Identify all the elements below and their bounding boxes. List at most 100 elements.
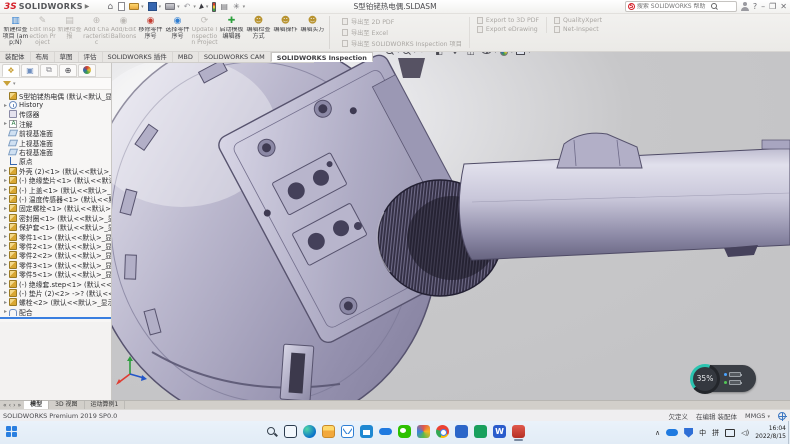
taskbar-onedrive-icon[interactable]: [379, 425, 392, 438]
taskbar-reader-icon[interactable]: [455, 425, 468, 438]
rebuild-button[interactable]: [212, 1, 216, 12]
tab-nav-arrow-icon[interactable]: ›: [13, 402, 15, 409]
document-tab[interactable]: 3D 视图: [49, 401, 84, 409]
open-button[interactable]: [129, 1, 144, 12]
ribbon-tab[interactable]: 评估: [79, 52, 103, 62]
tree-item-insulation-sleeve[interactable]: ▸ (-) 绝缘套.step<1> (默认<<默认>: [0, 279, 111, 288]
edit-inspection-methods-button[interactable]: ☻ 编辑检查方式: [245, 15, 272, 50]
search-input[interactable]: [637, 3, 709, 10]
ribbon-tab[interactable]: 装配体: [0, 52, 31, 62]
tree-item-front-plane[interactable]: ▸ 前视基准面: [0, 129, 111, 138]
onedrive-tray-icon[interactable]: [666, 429, 678, 436]
tree-item-washer[interactable]: ▸ (-) 垫片 (2)<2> ->? (默认<<默认>: [0, 288, 111, 297]
taskbar-photos-icon[interactable]: [417, 425, 430, 438]
expand-arrow-icon[interactable]: ▸: [2, 242, 9, 249]
tree-item-annotations[interactable]: ▸ 注解: [0, 119, 111, 128]
help-button[interactable]: ?: [753, 2, 757, 12]
tree-item-shell[interactable]: ▸ 外壳 (2)<1> (默认<<默认>_显示状: [0, 166, 111, 175]
new-inspection-report-button[interactable]: ▤ 新建检查报: [56, 15, 83, 50]
expand-arrow-icon[interactable]: ▸: [2, 233, 9, 240]
configurationmanager-tab[interactable]: ⧉: [40, 64, 58, 77]
ribbon-tab[interactable]: 草图: [55, 52, 79, 62]
model-bottom-post[interactable]: [280, 344, 314, 400]
tree-item-insulation-gasket[interactable]: ▸ (-) 绝缘垫片<1> (默认<<默认>_显: [0, 176, 111, 185]
tree-root-assembly[interactable]: S型铂铑热电偶 (默认<默认_显示状态-1: [0, 91, 111, 100]
viewport-3d-model[interactable]: [112, 52, 790, 400]
file-properties-button[interactable]: [220, 1, 229, 12]
tree-item-part2-2[interactable]: ▸ 零件2<2> (默认<<默认>_显示状态: [0, 251, 111, 260]
service-item[interactable]: Net-Inspect: [554, 26, 602, 33]
document-tab[interactable]: 运动算例1: [85, 401, 126, 409]
expand-arrow-icon[interactable]: ▸: [2, 289, 9, 296]
speaker-icon[interactable]: ◁): [741, 429, 749, 437]
minimize-button[interactable]: –: [761, 2, 765, 12]
expand-arrow-icon[interactable]: ▸: [2, 167, 9, 174]
tab-nav-arrow-icon[interactable]: «: [3, 402, 7, 409]
service-item[interactable]: QualityXpert: [554, 17, 602, 24]
expand-arrow-icon[interactable]: ▸: [2, 214, 9, 221]
undo-button[interactable]: [184, 1, 196, 12]
battery-widget[interactable]: 35%: [692, 365, 756, 392]
ribbon-tab[interactable]: SOLIDWORKS Inspection: [271, 52, 373, 62]
unit-system[interactable]: MMGS ▾: [745, 412, 770, 420]
update-inspection-project-button[interactable]: ⟳ Update Inspection Project: [191, 15, 218, 50]
login-icon[interactable]: [741, 2, 749, 11]
export-item[interactable]: 导出至 SOLIDWORKS Inspection 项目: [342, 39, 462, 48]
export-item[interactable]: 导出至 2D PDF: [342, 17, 462, 26]
export-item[interactable]: 导出至 Excel: [342, 28, 462, 37]
taskbar-wps-icon[interactable]: W: [493, 425, 506, 438]
expand-arrow-icon[interactable]: ▸: [2, 120, 9, 127]
featuremanager-tab[interactable]: ❖: [2, 64, 20, 77]
edit-inspection-project-button[interactable]: ✎ Edit Inspection Project: [29, 15, 56, 50]
expand-arrow-icon[interactable]: ▸: [2, 177, 9, 184]
taskbar-active-app-icon[interactable]: [512, 425, 525, 438]
tab-nav-arrow-icon[interactable]: ‹: [9, 402, 11, 409]
options-button[interactable]: [233, 1, 245, 12]
ribbon-tab[interactable]: MBD: [173, 52, 199, 62]
tree-item-part3[interactable]: ▸ 零件3<1> (默认<<默认>_显示状态: [0, 260, 111, 269]
select-balloons-button[interactable]: ◉ 选择零件序号: [164, 15, 191, 50]
dimxpertmanager-tab[interactable]: ⊕: [59, 64, 77, 77]
tree-item-part1[interactable]: ▸ 零件1<1> (默认<<默认>_显示状态: [0, 232, 111, 241]
expand-arrow-icon[interactable]: ▸: [2, 308, 9, 315]
expand-arrow-icon[interactable]: ▸: [2, 252, 9, 259]
add-edit-balloons-button[interactable]: ◉ Add/Edit Balloons: [110, 15, 137, 50]
tree-item-part5[interactable]: ▸ 零件5<1> (默认<<默认>_显示状态: [0, 269, 111, 278]
tree-item-right-plane[interactable]: ▸ 右视基准面: [0, 147, 111, 156]
ime-mode[interactable]: 拼: [712, 428, 719, 438]
taskbar-mail-icon[interactable]: [341, 425, 354, 438]
tree-item-part2-1[interactable]: ▸ 零件2<1> (默认<<默认>_显示状态: [0, 241, 111, 250]
propertymanager-tab[interactable]: ▣: [21, 64, 39, 77]
edit-operations-button[interactable]: ☻ 编辑操作: [272, 15, 299, 50]
add-characteristic-button[interactable]: ⊕ Add Characteristic: [83, 15, 110, 50]
ribbon-tab[interactable]: SOLIDWORKS 插件: [103, 52, 173, 62]
tree-item-top-cover[interactable]: ▸ (-) 上盖<1> (默认<<默认>_显示状: [0, 185, 111, 194]
restore-button[interactable]: ❐: [769, 2, 776, 12]
save-button[interactable]: [148, 1, 162, 12]
launch-template-editor-button[interactable]: ✚ 启动模板编辑器: [218, 15, 245, 50]
new-inspection-project-button[interactable]: ▥ 新建检查项目 (amp;N): [2, 15, 29, 50]
tree-item-mates[interactable]: ▸ 配合: [0, 307, 111, 316]
tree-item-origin[interactable]: ▸ 原点: [0, 157, 111, 166]
expand-arrow-icon[interactable]: ▸: [2, 102, 9, 109]
remove-balloons-button[interactable]: ◉ 移除零件序号: [137, 15, 164, 50]
expand-arrow-icon[interactable]: ▸: [2, 186, 9, 193]
solidworks-logo[interactable]: 3S SOLIDWORKS ▶: [0, 0, 93, 13]
search-icon[interactable]: [711, 3, 718, 10]
taskbar-sheets-icon[interactable]: [474, 425, 487, 438]
tree-item-sensors[interactable]: ▸ 传感器: [0, 110, 111, 119]
help-search-box[interactable]: S: [625, 1, 737, 12]
tray-expand-icon[interactable]: ∧: [655, 429, 660, 437]
export-item[interactable]: Export to 3D PDF: [477, 17, 539, 24]
tree-item-top-plane[interactable]: ▸ 上视基准面: [0, 138, 111, 147]
expand-arrow-icon[interactable]: ▸: [2, 280, 9, 287]
select-button[interactable]: [200, 1, 209, 12]
taskbar-task-view-icon[interactable]: [284, 425, 297, 438]
tree-filter-row[interactable]: ▾: [0, 78, 111, 90]
export-item[interactable]: Export eDrawing: [477, 26, 539, 33]
web-help-icon[interactable]: [778, 412, 786, 420]
edit-customers-button[interactable]: ☻ 编辑买方: [299, 15, 326, 50]
tree-item-seal-ring[interactable]: ▸ 密封圈<1> (默认<<默认>_显示状态: [0, 213, 111, 222]
graphics-area[interactable]: 35%: [112, 52, 790, 400]
tree-item-history[interactable]: ▸ History: [0, 100, 111, 109]
